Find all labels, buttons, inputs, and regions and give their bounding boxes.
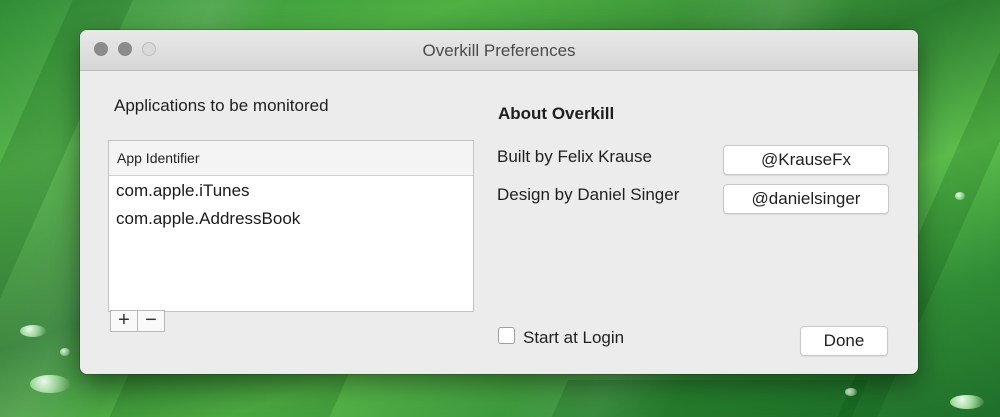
water-drop: [955, 192, 965, 200]
water-drop: [845, 388, 857, 396]
grass-blade: [551, 380, 869, 417]
krausefx-button[interactable]: @KrauseFx: [723, 145, 889, 175]
grass-blade: [109, 370, 351, 417]
remove-app-button[interactable]: −: [137, 310, 165, 332]
water-drop: [950, 395, 984, 409]
app-identifier-column-header[interactable]: App Identifier: [109, 141, 473, 176]
done-button[interactable]: Done: [800, 326, 888, 356]
monitored-apps-heading: Applications to be monitored: [114, 96, 329, 115]
preferences-window: Overkill Preferences Applications to be …: [80, 30, 918, 374]
water-drop: [60, 348, 70, 356]
design-by-label: Design by Daniel Singer: [497, 185, 680, 204]
water-drop: [30, 375, 70, 393]
title-bar[interactable]: Overkill Preferences: [80, 30, 918, 71]
window-title: Overkill Preferences: [422, 41, 576, 60]
app-identifier-table[interactable]: App Identifier com.apple.iTunes com.appl…: [108, 140, 474, 312]
add-app-button[interactable]: +: [110, 310, 138, 332]
start-at-login-checkbox[interactable]: [498, 327, 515, 344]
table-row[interactable]: com.apple.AddressBook: [109, 205, 473, 233]
start-at-login-label: Start at Login: [523, 328, 625, 347]
danielsinger-button[interactable]: @danielsinger: [723, 184, 889, 214]
water-drop: [20, 325, 46, 337]
built-by-label: Built by Felix Krause: [497, 147, 652, 166]
about-heading: About Overkill: [498, 104, 615, 123]
table-row[interactable]: com.apple.iTunes: [109, 177, 473, 205]
